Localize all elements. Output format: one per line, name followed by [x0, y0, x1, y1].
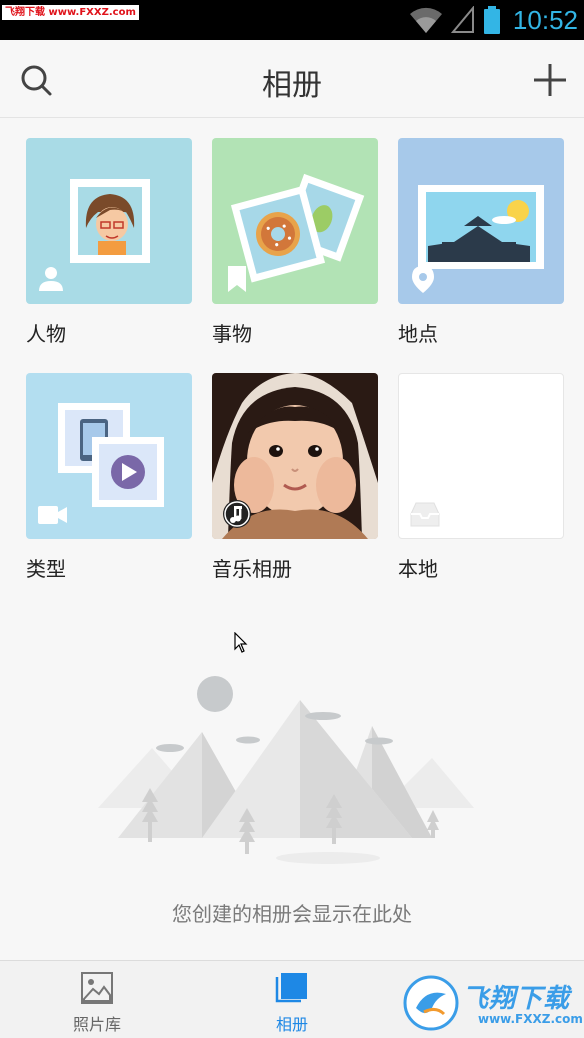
watermark-text: 飞翔下载	[462, 984, 571, 1014]
battery-icon	[483, 6, 500, 34]
album-thumbnail[interactable]	[212, 138, 378, 304]
album-things[interactable]: 事物	[212, 138, 378, 346]
bookmark-icon	[228, 266, 246, 292]
watermark-bird-icon	[403, 975, 459, 1031]
album-label: 人物	[26, 322, 66, 346]
album-music[interactable]: 音乐相册	[212, 373, 378, 581]
music-note-icon	[223, 500, 251, 528]
mountains-illustration	[98, 676, 474, 864]
album-label: 本地	[398, 557, 438, 581]
album-thumbnail[interactable]	[398, 373, 564, 539]
nav-item-albums[interactable]: 相册	[232, 961, 352, 1038]
album-people[interactable]: 人物	[26, 138, 192, 346]
album-stack-icon	[275, 973, 307, 1003]
signal-icon	[450, 6, 474, 33]
status-bar: 飞翔下载 www.FXXZ.com 10:52	[0, 0, 584, 40]
album-places[interactable]: 地点	[398, 138, 564, 346]
page-title: 相册	[262, 68, 322, 103]
watermark-logo: 飞翔下载 www.FXXZ.com	[402, 974, 583, 1032]
album-thumbnail[interactable]	[26, 138, 192, 304]
status-icons: 10:52	[409, 0, 578, 40]
album-label: 事物	[212, 322, 252, 346]
watermark-top: 飞翔下载 www.FXXZ.com	[2, 5, 139, 20]
plus-icon[interactable]	[530, 60, 570, 100]
nav-item-photo-library[interactable]: 照片库	[37, 961, 157, 1038]
album-thumbnail[interactable]	[398, 138, 564, 304]
empty-state-message: 您创建的相册会显示在此处	[172, 902, 412, 926]
album-thumbnail[interactable]	[26, 373, 192, 539]
nav-label: 相册	[275, 1015, 308, 1034]
nav-label: 照片库	[72, 1015, 121, 1034]
location-pin-icon	[412, 266, 434, 293]
image-icon	[81, 972, 113, 1004]
inbox-icon	[410, 502, 440, 527]
watermark-subtext: www.FXXZ.com	[478, 1012, 583, 1026]
album-label: 类型	[26, 557, 66, 581]
album-local[interactable]: 本地	[398, 373, 564, 581]
clock: 10:52	[512, 4, 578, 35]
album-label: 地点	[398, 322, 438, 346]
album-types[interactable]: 类型	[26, 373, 192, 581]
mouse-cursor-icon	[234, 632, 248, 653]
person-icon	[39, 267, 63, 291]
wifi-icon	[409, 7, 442, 34]
video-camera-icon	[38, 506, 67, 524]
app-header: 相册	[0, 40, 584, 118]
album-thumbnail[interactable]	[212, 373, 378, 539]
album-label: 音乐相册	[212, 557, 292, 581]
